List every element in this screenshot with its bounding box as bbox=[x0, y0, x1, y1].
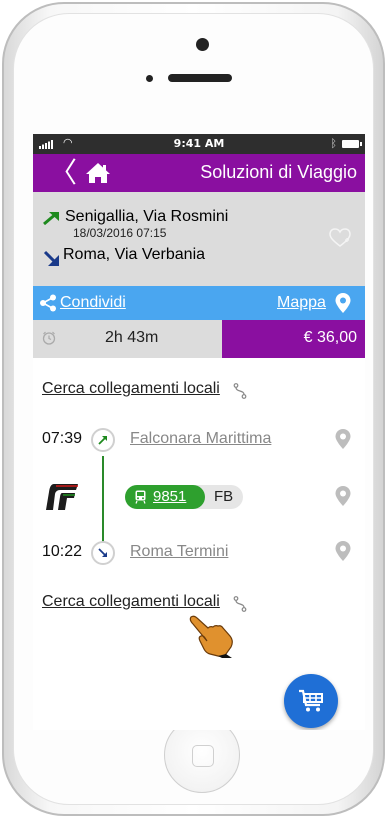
map-link[interactable]: Mappa bbox=[277, 294, 326, 312]
status-bar: ◠ 9:41 AM ᛒ bbox=[33, 134, 365, 154]
price-box[interactable]: € 36,00 bbox=[222, 320, 365, 358]
front-camera bbox=[196, 38, 209, 51]
arrival-station-link[interactable]: Roma Termini bbox=[130, 543, 228, 561]
departure-time: 07:39 bbox=[42, 430, 83, 447]
alarm-clock-icon bbox=[42, 331, 56, 345]
share-icon[interactable] bbox=[39, 294, 57, 312]
train-number[interactable]: 9851 bbox=[153, 488, 186, 505]
train-location-pin-icon[interactable] bbox=[334, 485, 352, 507]
share-link[interactable]: Condividi bbox=[60, 294, 126, 312]
trip-price: € 36,00 bbox=[303, 329, 357, 346]
departure-stop-arrow-icon bbox=[98, 436, 107, 445]
trip-duration: 2h 43m bbox=[105, 329, 159, 346]
arrival-stop-arrow-icon bbox=[98, 548, 107, 557]
local-connections-link-bottom[interactable]: Cerca collegamenti locali bbox=[42, 593, 220, 611]
home-button-square-icon bbox=[192, 745, 214, 767]
departure-station-link[interactable]: Falconara Marittima bbox=[130, 430, 271, 448]
earpiece-speaker bbox=[168, 74, 232, 82]
duration-box: 2h 43m bbox=[33, 320, 222, 358]
route-icon bbox=[233, 596, 247, 612]
departure-arrow-icon bbox=[43, 211, 59, 225]
action-bar: Condividi Mappa bbox=[33, 286, 365, 320]
arrival-stop-marker bbox=[91, 541, 115, 565]
app-header: 〈 Soluzioni di Viaggio bbox=[33, 154, 365, 192]
bluetooth-icon: ᛒ bbox=[330, 137, 337, 150]
route-icon bbox=[233, 383, 247, 399]
departure-address: Senigallia, Via Rosmini bbox=[65, 208, 229, 225]
train-badge: 9851 FB bbox=[125, 485, 243, 509]
home-icon[interactable] bbox=[85, 162, 111, 184]
local-connections-link-top[interactable]: Cerca collegamenti locali bbox=[42, 380, 220, 398]
trip-duration-price-bar: 2h 43m € 36,00 bbox=[33, 320, 365, 358]
arrival-time: 10:22 bbox=[42, 543, 83, 560]
departure-datetime: 18/03/2016 07:15 bbox=[73, 226, 167, 240]
favorite-heart-icon[interactable] bbox=[329, 228, 351, 248]
app-screen: ◠ 9:41 AM ᛒ 〈 Soluzioni di Viaggio Senig… bbox=[33, 134, 365, 730]
map-pin-icon[interactable] bbox=[334, 292, 352, 314]
cart-button[interactable] bbox=[284, 674, 338, 728]
train-number-badge[interactable]: 9851 bbox=[125, 485, 205, 509]
pointing-hand-icon bbox=[189, 615, 233, 658]
page-title: Soluzioni di Viaggio bbox=[200, 162, 357, 182]
status-time: 9:41 AM bbox=[173, 137, 225, 150]
departure-location-pin-icon[interactable] bbox=[334, 428, 352, 450]
trip-summary: Senigallia, Via Rosmini 18/03/2016 07:15… bbox=[33, 192, 365, 286]
train-category: FB bbox=[214, 488, 234, 505]
arrival-arrow-icon bbox=[43, 250, 59, 266]
journey-line bbox=[102, 456, 104, 549]
arrival-address: Roma, Via Verbania bbox=[63, 246, 206, 263]
train-icon bbox=[135, 490, 146, 504]
back-arrow-icon[interactable]: 〈 bbox=[49, 158, 77, 188]
shopping-cart-icon bbox=[299, 689, 323, 712]
arrival-location-pin-icon[interactable] bbox=[334, 540, 352, 562]
departure-stop-marker bbox=[91, 428, 115, 452]
trenitalia-logo bbox=[46, 484, 78, 510]
proximity-sensor bbox=[146, 75, 153, 82]
battery-icon bbox=[342, 140, 362, 148]
